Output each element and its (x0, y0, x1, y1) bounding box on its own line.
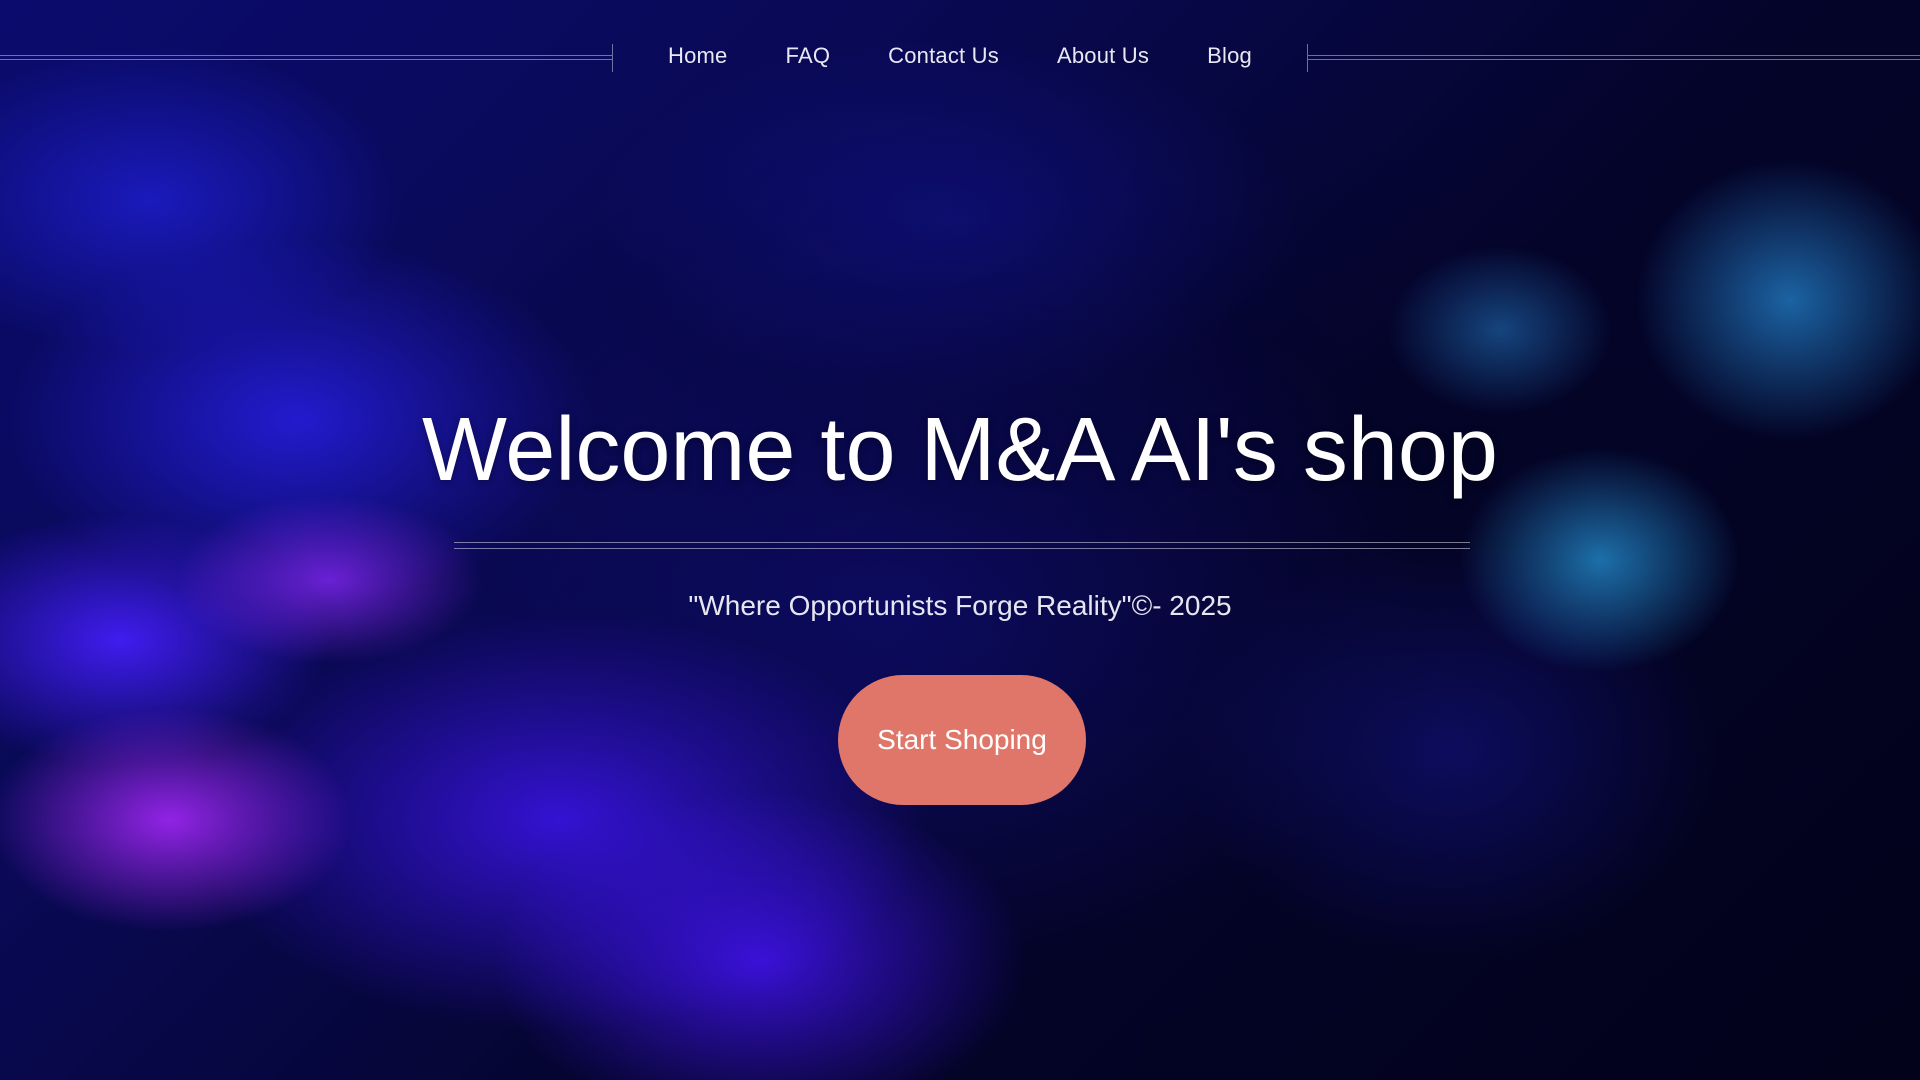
start-shopping-button[interactable]: Start Shoping (838, 675, 1086, 805)
nav-link-about-us[interactable]: About Us (1057, 43, 1149, 69)
top-navigation: Home FAQ Contact Us About Us Blog (0, 36, 1920, 76)
nav-link-contact-us[interactable]: Contact Us (888, 43, 999, 69)
headline-divider (454, 542, 1470, 549)
hero-tagline: "Where Opportunists Forge Reality"©- 202… (688, 590, 1232, 621)
nav-link-faq[interactable]: FAQ (786, 43, 831, 69)
hero-section: Home FAQ Contact Us About Us Blog Welcom… (0, 0, 1920, 1080)
nav-decorative-line-left (0, 55, 612, 60)
hero-headline: Welcome to M&A AI's shop (421, 400, 1498, 500)
nav-menu: Home FAQ Contact Us About Us Blog (613, 36, 1307, 76)
nav-decorative-line-right (1308, 55, 1920, 60)
nav-link-home[interactable]: Home (668, 43, 728, 69)
nav-link-blog[interactable]: Blog (1207, 43, 1252, 69)
